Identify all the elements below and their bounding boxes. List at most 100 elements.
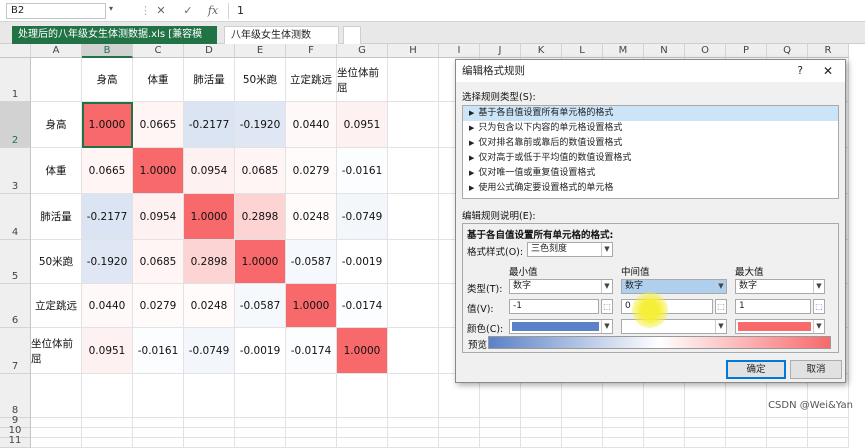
empty-cell[interactable] [726, 418, 767, 428]
empty-cell[interactable] [388, 148, 439, 194]
column-header[interactable]: A [31, 44, 82, 58]
help-button[interactable]: ? [797, 60, 803, 82]
column-label-cell[interactable]: 身高 [82, 58, 133, 102]
workbook-tab[interactable]: 八年级女生体测数据.xlsx [224, 26, 339, 59]
empty-cell[interactable] [184, 418, 235, 428]
empty-cell[interactable] [603, 428, 644, 438]
empty-cell[interactable] [685, 438, 726, 448]
empty-cell[interactable] [337, 418, 388, 428]
new-tab-button[interactable] [343, 26, 361, 44]
data-cell[interactable]: -0.1920 [235, 102, 286, 148]
column-header[interactable]: H [388, 44, 439, 58]
cancel-icon[interactable]: ✕ [153, 3, 169, 19]
row-label-cell[interactable]: 体重 [31, 148, 82, 194]
data-cell[interactable]: 0.0954 [184, 148, 235, 194]
data-cell[interactable]: 0.2898 [184, 240, 235, 284]
row-header[interactable]: 1 [0, 58, 31, 102]
row-header[interactable]: 11 [0, 435, 31, 448]
empty-cell[interactable] [521, 438, 562, 448]
column-header[interactable]: L [562, 44, 603, 58]
data-cell[interactable]: 0.0665 [82, 148, 133, 194]
data-cell[interactable]: 0.0951 [82, 328, 133, 374]
empty-cell[interactable] [388, 58, 439, 102]
empty-cell[interactable] [388, 428, 439, 438]
empty-cell[interactable] [235, 374, 286, 418]
empty-cell[interactable] [808, 418, 849, 428]
data-cell[interactable]: 1.0000 [286, 284, 337, 328]
formula-input[interactable]: 1 [228, 3, 858, 19]
empty-cell[interactable] [286, 374, 337, 418]
empty-cell[interactable] [82, 438, 133, 448]
data-cell[interactable]: 0.2898 [235, 194, 286, 240]
empty-cell[interactable] [31, 428, 82, 438]
range-picker-icon[interactable]: ⬚ [601, 299, 613, 314]
column-header[interactable]: I [439, 44, 480, 58]
data-cell[interactable]: -0.0174 [337, 284, 388, 328]
data-cell[interactable]: -0.2177 [82, 194, 133, 240]
range-picker-icon[interactable]: ⬚ [715, 299, 727, 314]
column-header[interactable]: E [235, 44, 286, 58]
row-label-cell[interactable]: 立定跳远 [31, 284, 82, 328]
empty-cell[interactable] [388, 374, 439, 418]
empty-cell[interactable] [767, 418, 808, 428]
max-color-select[interactable]: ▼ [735, 319, 825, 334]
data-cell[interactable]: 1.0000 [337, 328, 388, 374]
empty-cell[interactable] [644, 438, 685, 448]
row-header[interactable]: 8 [0, 374, 31, 418]
select-all-corner[interactable] [0, 44, 31, 58]
min-type-select[interactable]: 数字 ▼ [509, 279, 613, 294]
workbook-tab-active[interactable]: 处理后的八年级女生体测数据.xls [兼容模式] *× [12, 26, 217, 58]
empty-cell[interactable] [235, 418, 286, 428]
rule-type-item[interactable]: ▶ 仅对高于或低于平均值的数值设置格式 [463, 151, 838, 166]
data-cell[interactable]: 0.0665 [133, 102, 184, 148]
row-header[interactable]: 2 [0, 102, 31, 148]
empty-cell[interactable] [388, 328, 439, 374]
close-button[interactable]: ✕ [823, 60, 833, 82]
data-cell[interactable]: 0.0440 [286, 102, 337, 148]
column-header[interactable]: Q [767, 44, 808, 58]
data-cell[interactable]: -0.2177 [184, 102, 235, 148]
data-cell[interactable]: 0.0248 [184, 284, 235, 328]
empty-cell[interactable] [439, 418, 480, 428]
empty-cell[interactable] [133, 374, 184, 418]
column-header[interactable]: D [184, 44, 235, 58]
ok-button[interactable]: 确定 [726, 360, 786, 379]
rule-type-list[interactable]: ▶ 基于各自值设置所有单元格的格式 ▶ 只为包含以下内容的单元格设置格式 ▶ 仅对排名… [462, 105, 839, 199]
row-label-cell[interactable]: 50米跑 [31, 240, 82, 284]
data-cell[interactable]: -0.0019 [337, 240, 388, 284]
column-header[interactable]: N [644, 44, 685, 58]
row-header[interactable]: 7 [0, 328, 31, 374]
max-type-select[interactable]: 数字 ▼ [735, 279, 825, 294]
empty-cell[interactable] [562, 418, 603, 428]
empty-cell[interactable] [685, 428, 726, 438]
empty-cell[interactable] [133, 428, 184, 438]
data-cell[interactable]: -0.0749 [337, 194, 388, 240]
empty-cell[interactable] [726, 428, 767, 438]
column-header[interactable]: J [480, 44, 521, 58]
column-label-cell[interactable]: 肺活量 [184, 58, 235, 102]
empty-cell[interactable] [562, 438, 603, 448]
rule-type-item[interactable]: ▶ 仅对唯一值或重复值设置格式 [463, 166, 838, 181]
column-header[interactable]: B [82, 44, 133, 58]
empty-cell[interactable] [337, 438, 388, 448]
data-cell[interactable]: 0.0248 [286, 194, 337, 240]
empty-cell[interactable] [603, 418, 644, 428]
mid-type-select[interactable]: 数字 ▼ [621, 279, 727, 294]
insert-function-button[interactable]: fx [205, 3, 221, 19]
empty-cell[interactable] [235, 428, 286, 438]
column-label-cell[interactable]: 立定跳远 [286, 58, 337, 102]
rule-type-item[interactable]: ▶ 仅对排名靠前或靠后的数值设置格式 [463, 136, 838, 151]
empty-cell[interactable] [726, 438, 767, 448]
data-cell[interactable]: -0.1920 [82, 240, 133, 284]
empty-cell[interactable] [685, 418, 726, 428]
empty-cell[interactable] [286, 418, 337, 428]
empty-cell[interactable] [337, 428, 388, 438]
rule-type-item[interactable]: ▶ 只为包含以下内容的单元格设置格式 [463, 121, 838, 136]
data-cell[interactable]: 0.0440 [82, 284, 133, 328]
empty-cell[interactable] [388, 418, 439, 428]
range-picker-icon[interactable]: ⬚ [813, 299, 825, 314]
name-box[interactable]: B2 [6, 3, 106, 19]
empty-cell[interactable] [521, 428, 562, 438]
rule-type-item[interactable]: ▶ 基于各自值设置所有单元格的格式 [463, 106, 838, 121]
column-header[interactable]: C [133, 44, 184, 58]
